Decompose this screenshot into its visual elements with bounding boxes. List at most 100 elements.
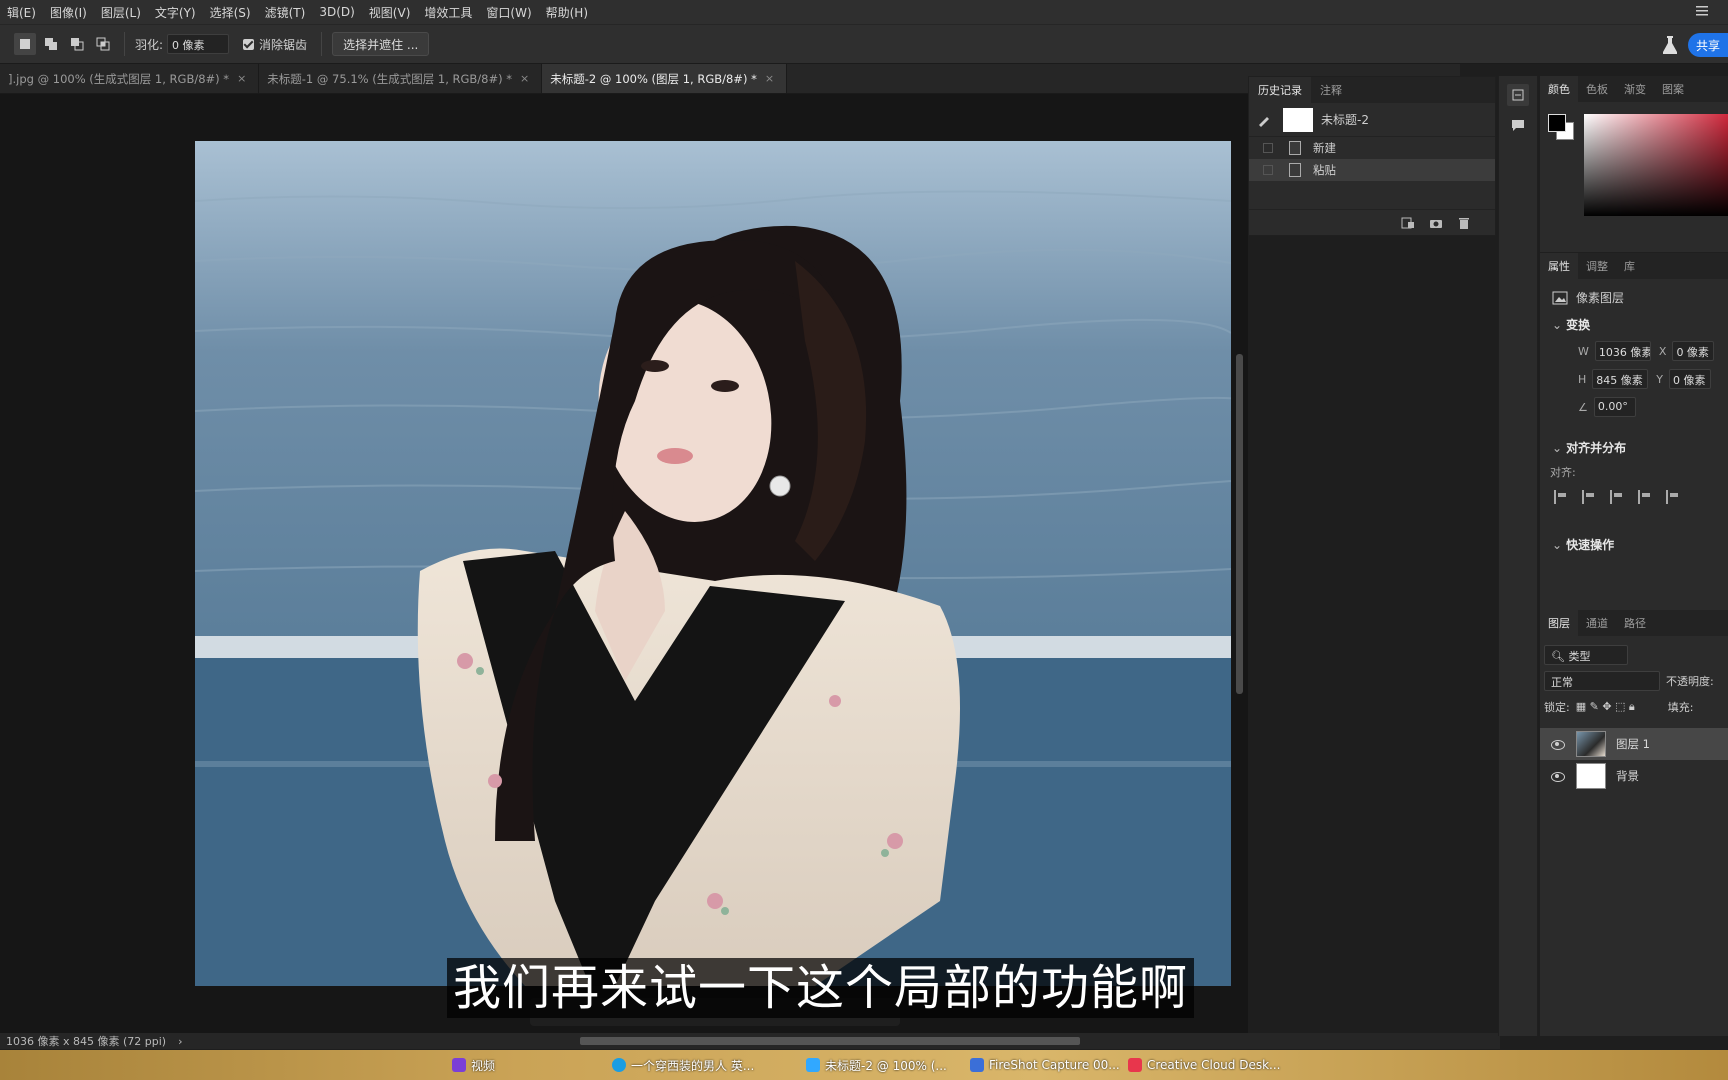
- vertical-scrollbar[interactable]: [1236, 354, 1243, 694]
- status-arrow[interactable]: ›: [178, 1035, 182, 1048]
- document-icon: [1289, 141, 1301, 155]
- menu-layer[interactable]: 图层(L): [94, 4, 148, 21]
- taskbar-item-browser[interactable]: 一个穿西装的男人 英...: [612, 1056, 754, 1074]
- tab-layers[interactable]: 图层: [1540, 610, 1578, 636]
- tab-gradients[interactable]: 渐变: [1616, 76, 1654, 102]
- menu-window[interactable]: 窗口(W): [479, 4, 538, 21]
- quick-actions-title[interactable]: ⌄ 快速操作: [1540, 526, 1728, 553]
- tab-channels[interactable]: 通道: [1578, 610, 1616, 636]
- align-center-icon[interactable]: [1582, 490, 1596, 504]
- history-brush-icon: [1259, 116, 1269, 127]
- properties-tabs: 属性 调整 库: [1540, 253, 1728, 279]
- layer-filter-row: 🔍︎ 类型: [1540, 642, 1728, 668]
- tab-properties[interactable]: 属性: [1540, 253, 1578, 279]
- visibility-eye-icon[interactable]: [1550, 739, 1566, 750]
- y-input[interactable]: 0 像素: [1669, 369, 1712, 389]
- minimize-icon[interactable]: [1694, 3, 1710, 19]
- new-document-from-state-icon[interactable]: [1401, 217, 1415, 229]
- flask-icon[interactable]: [1662, 35, 1678, 55]
- intersect-selection-icon[interactable]: [92, 33, 114, 55]
- angle-input[interactable]: 0.00°: [1593, 397, 1636, 417]
- align-middle-icon[interactable]: [1666, 490, 1680, 504]
- new-selection-icon[interactable]: [14, 33, 36, 55]
- video-app-icon: [452, 1058, 466, 1072]
- layer-row-background[interactable]: 背景: [1540, 760, 1728, 792]
- tab-paths[interactable]: 路径: [1616, 610, 1654, 636]
- layer-filter-select[interactable]: 🔍︎ 类型: [1544, 645, 1628, 665]
- tab-untitled-2[interactable]: 未标题-2 @ 100% (图层 1, RGB/8#) * ×: [542, 64, 788, 93]
- history-footer: [1249, 209, 1495, 235]
- close-icon[interactable]: ×: [765, 72, 774, 85]
- feather-input[interactable]: 0 像素: [167, 34, 230, 54]
- tab-adjustments[interactable]: 调整: [1578, 253, 1616, 279]
- visibility-eye-icon[interactable]: [1550, 771, 1566, 782]
- comment-icon[interactable]: [1507, 114, 1529, 136]
- width-input[interactable]: 1036 像素: [1594, 341, 1651, 361]
- x-input[interactable]: 0 像素: [1672, 341, 1715, 361]
- chevron-down-icon: ⌄: [1552, 318, 1563, 332]
- align-title: 对齐并分布: [1566, 441, 1627, 455]
- trash-icon[interactable]: [1457, 217, 1471, 229]
- antialias-checkbox[interactable]: [243, 38, 255, 50]
- taskbar-item-video[interactable]: 视频: [452, 1056, 495, 1074]
- tab-swatches[interactable]: 色板: [1578, 76, 1616, 102]
- tab-color[interactable]: 颜色: [1540, 76, 1578, 102]
- tab-untitled-1[interactable]: 未标题-1 @ 75.1% (生成式图层 1, RGB/8#) * ×: [259, 64, 543, 93]
- history-item[interactable]: 粘贴: [1249, 159, 1495, 181]
- menu-filter[interactable]: 滤镜(T): [258, 4, 313, 21]
- close-icon[interactable]: ×: [520, 72, 529, 85]
- canvas-area[interactable]: [0, 94, 1248, 1035]
- menu-type[interactable]: 文字(Y): [148, 4, 203, 21]
- taskbar-item-fireshot[interactable]: FireShot Capture 00...: [970, 1056, 1120, 1074]
- snapshot-label: 未标题-2: [1321, 113, 1369, 127]
- add-selection-icon[interactable]: [40, 33, 62, 55]
- tab-history[interactable]: 历史记录: [1249, 77, 1311, 103]
- menu-3d[interactable]: 3D(D): [312, 5, 361, 19]
- menu-view[interactable]: 视图(V): [362, 4, 418, 21]
- camera-icon[interactable]: [1429, 217, 1443, 229]
- history-panel-icon[interactable]: [1507, 84, 1529, 106]
- history-item[interactable]: 新建: [1249, 137, 1495, 159]
- height-input[interactable]: 845 像素: [1592, 369, 1649, 389]
- subtract-selection-icon[interactable]: [66, 33, 88, 55]
- transform-section-title[interactable]: ⌄ 变换: [1540, 306, 1728, 333]
- layer-row-layer1[interactable]: 图层 1: [1540, 728, 1728, 760]
- document-canvas[interactable]: [195, 141, 1231, 986]
- right-dock: 颜色 色板 渐变 图案 属性 调整 库 像素图层 ⌄变换 W 1036 像素: [1540, 76, 1728, 1036]
- blend-mode-row: 正常 不透明度:: [1540, 668, 1728, 694]
- photo-image: [195, 141, 1231, 986]
- align-right-icon[interactable]: [1610, 490, 1624, 504]
- share-button[interactable]: 共享: [1688, 33, 1728, 57]
- menu-plugins[interactable]: 增效工具: [417, 4, 479, 21]
- history-source-box[interactable]: [1263, 165, 1273, 175]
- tab-patterns[interactable]: 图案: [1654, 76, 1692, 102]
- fireshot-icon: [970, 1058, 984, 1072]
- menu-image[interactable]: 图像(I): [43, 4, 94, 21]
- history-source-box[interactable]: [1263, 143, 1273, 153]
- tab-notes[interactable]: 注释: [1311, 77, 1351, 103]
- color-picker-field[interactable]: [1584, 114, 1728, 216]
- y-label: Y: [1656, 372, 1664, 386]
- align-top-icon[interactable]: [1638, 490, 1652, 504]
- taskbar-item-photoshop[interactable]: 未标题-2 @ 100% (...: [806, 1056, 947, 1074]
- horizontal-scrollbar[interactable]: [580, 1037, 1080, 1045]
- select-and-mask-button[interactable]: 选择并遮住 ...: [332, 32, 430, 56]
- creative-cloud-icon: [1128, 1058, 1142, 1072]
- history-snapshot[interactable]: 未标题-2: [1249, 103, 1495, 137]
- lock-icons[interactable]: ▦ ✎ ✥ ⬚ 🔒︎: [1576, 700, 1662, 714]
- align-section-title[interactable]: ⌄ 对齐并分布: [1540, 429, 1728, 456]
- photoshop-window: 辑(E) 图像(I) 图层(L) 文字(Y) 选择(S) 滤镜(T) 3D(D)…: [0, 0, 1728, 1080]
- tab-document-jpg[interactable]: ].jpg @ 100% (生成式图层 1, RGB/8#) * ×: [0, 64, 260, 93]
- history-panel-tabs: 历史记录 注释: [1249, 77, 1495, 103]
- blend-mode-select[interactable]: 正常: [1544, 671, 1660, 691]
- align-left-icon[interactable]: [1554, 490, 1568, 504]
- foreground-color-swatch[interactable]: [1548, 114, 1566, 132]
- color-panel: [1540, 102, 1728, 252]
- taskbar-label: 视频: [471, 1058, 496, 1073]
- menu-select[interactable]: 选择(S): [203, 4, 258, 21]
- menu-help[interactable]: 帮助(H): [539, 4, 595, 21]
- menu-edit[interactable]: 辑(E): [0, 4, 43, 21]
- close-icon[interactable]: ×: [237, 72, 246, 85]
- taskbar-item-creative-cloud[interactable]: Creative Cloud Desk...: [1128, 1056, 1280, 1074]
- tab-libraries[interactable]: 库: [1616, 253, 1643, 279]
